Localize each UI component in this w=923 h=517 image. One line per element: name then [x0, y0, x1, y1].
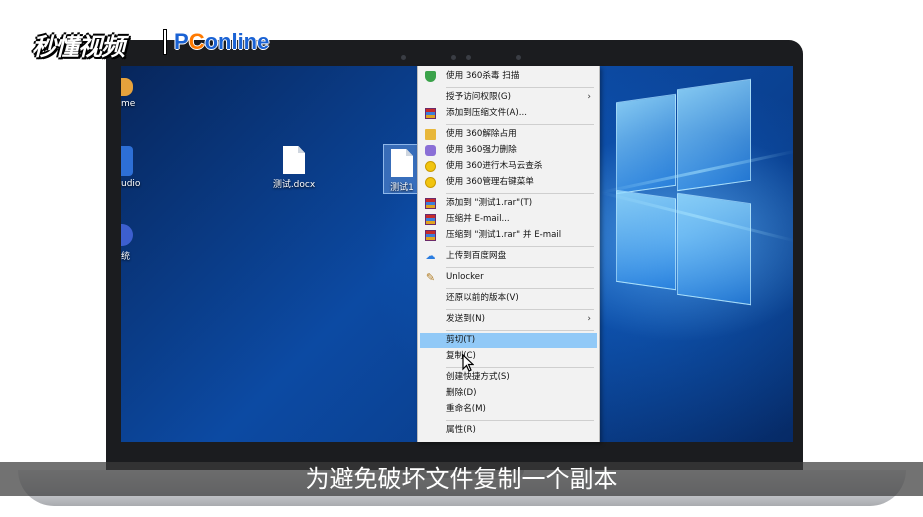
pconline-logo-rest: online — [204, 29, 270, 54]
menu-item-label: 压缩并 E-mail... — [446, 214, 510, 224]
360-icon — [425, 161, 436, 172]
menu-item-label: 使用 360管理右键菜单 — [446, 177, 534, 187]
winrar-icon — [425, 230, 436, 241]
miaodong-logo: 秒懂视频 — [32, 33, 125, 61]
menu-item-label: 删除(D) — [446, 388, 477, 398]
baidu-cloud-icon: ☁ — [425, 251, 436, 262]
menu-item-label: 上传到百度网盘 — [446, 251, 507, 261]
desktop-file-label: 测试.docx — [272, 180, 316, 190]
mouse-cursor-icon — [462, 354, 474, 372]
menu-item-cut[interactable]: 剪切(T) — [420, 333, 597, 348]
menu-item-label: 还原以前的版本(V) — [446, 293, 519, 303]
menu-item-add-to-rar[interactable]: 添加到 "测试1.rar"(T) — [420, 196, 597, 211]
menu-item-label: 属性(R) — [446, 425, 476, 435]
menu-item-send-to[interactable]: 发送到(N) › — [420, 312, 597, 327]
desktop-icon-label: udio — [121, 179, 141, 189]
menu-item-delete[interactable]: 删除(D) — [420, 386, 597, 401]
submenu-arrow-icon: › — [587, 92, 591, 102]
desktop-file-icon[interactable]: 测试.docx — [269, 146, 319, 190]
menu-item-add-to-archive[interactable]: 添加到压缩文件(A)... — [420, 106, 597, 121]
app-icon — [121, 78, 133, 96]
menu-separator — [446, 420, 594, 421]
webcam-dot — [516, 55, 521, 60]
pconline-logo-p: P — [174, 29, 189, 54]
menu-item-copy[interactable]: 复制(C) — [420, 349, 597, 364]
desktop-icon-label: 统 — [121, 252, 131, 262]
menu-item-label: 压缩到 "测试1.rar" 并 E-mail — [446, 230, 562, 240]
desktop-icon-label: me — [121, 99, 136, 109]
menu-item-label: Unlocker — [446, 272, 484, 282]
webcam-dot — [466, 55, 471, 60]
menu-separator — [446, 193, 594, 194]
menu-separator — [446, 288, 594, 289]
video-subtitle: 为避免破坏文件复制一个副本 — [305, 465, 618, 493]
menu-item-label: 使用 360进行木马云查杀 — [446, 161, 543, 171]
menu-separator — [446, 267, 594, 268]
menu-item-label: 使用 360解除占用 — [446, 129, 517, 139]
context-menu: 使用 360杀毒 扫描 授予访问权限(G) › 添加到压缩文件(A)... 使用… — [417, 66, 600, 442]
pconline-logo: PConline — [174, 29, 269, 55]
menu-item-360-unlock[interactable]: 使用 360解除占用 — [420, 127, 597, 142]
menu-item-grant-access[interactable]: 授予访问权限(G) › — [420, 90, 597, 105]
shredder-icon — [425, 145, 436, 156]
menu-item-360-scan[interactable]: 使用 360杀毒 扫描 — [420, 69, 597, 84]
menu-separator — [446, 330, 594, 331]
winrar-icon — [425, 108, 436, 119]
menu-item-rename[interactable]: 重命名(M) — [420, 402, 597, 417]
logo-divider — [164, 30, 166, 54]
menu-item-label: 授予访问权限(G) — [446, 92, 511, 102]
menu-item-upload-baidu[interactable]: ☁ 上传到百度网盘 — [420, 249, 597, 264]
menu-item-compress-email[interactable]: 压缩并 E-mail... — [420, 212, 597, 227]
menu-item-360-force-delete[interactable]: 使用 360强力删除 — [420, 143, 597, 158]
menu-separator — [446, 124, 594, 125]
menu-item-label: 添加到压缩文件(A)... — [446, 108, 527, 118]
menu-item-restore-versions[interactable]: 还原以前的版本(V) — [420, 291, 597, 306]
menu-item-label: 剪切(T) — [446, 335, 476, 345]
menu-separator — [446, 309, 594, 310]
360-icon — [425, 177, 436, 188]
app-icon — [121, 224, 133, 246]
menu-item-360-manage-menu[interactable]: 使用 360管理右键菜单 — [420, 175, 597, 190]
winrar-icon — [425, 214, 436, 225]
windows-logo-pane — [677, 192, 751, 306]
submenu-arrow-icon: › — [587, 314, 591, 324]
desktop-file-icon-selected[interactable]: 测试1 — [383, 144, 421, 194]
menu-item-label: 添加到 "测试1.rar"(T) — [446, 198, 533, 208]
menu-item-label: 使用 360杀毒 扫描 — [446, 71, 520, 81]
menu-item-unlocker[interactable]: ✎ Unlocker — [420, 270, 597, 285]
document-icon — [391, 149, 413, 177]
menu-separator — [446, 246, 594, 247]
menu-item-label: 创建快捷方式(S) — [446, 372, 510, 382]
menu-separator — [446, 87, 594, 88]
webcam-dot — [401, 55, 406, 60]
menu-item-label: 使用 360强力删除 — [446, 145, 517, 155]
desktop-file-label: 测试1 — [390, 183, 414, 193]
menu-item-label: 重命名(M) — [446, 404, 486, 414]
desktop-icon-partial[interactable]: me — [121, 78, 135, 109]
shield-icon — [425, 71, 436, 82]
unlocker-icon: ✎ — [425, 271, 436, 284]
desktop-icon-partial[interactable]: udio — [121, 146, 140, 189]
pconline-logo-c: C — [188, 29, 205, 54]
menu-item-properties[interactable]: 属性(R) — [420, 423, 597, 438]
folder-icon — [425, 129, 436, 140]
document-icon — [283, 146, 305, 174]
desktop-icon-partial[interactable]: 统 — [121, 224, 133, 262]
menu-item-label: 发送到(N) — [446, 314, 485, 324]
app-icon — [121, 146, 133, 176]
menu-item-create-shortcut[interactable]: 创建快捷方式(S) — [420, 370, 597, 385]
menu-item-compress-rar-email[interactable]: 压缩到 "测试1.rar" 并 E-mail — [420, 228, 597, 243]
menu-item-360-trojan-scan[interactable]: 使用 360进行木马云查杀 — [420, 159, 597, 174]
webcam-dot — [451, 55, 456, 60]
winrar-icon — [425, 198, 436, 209]
